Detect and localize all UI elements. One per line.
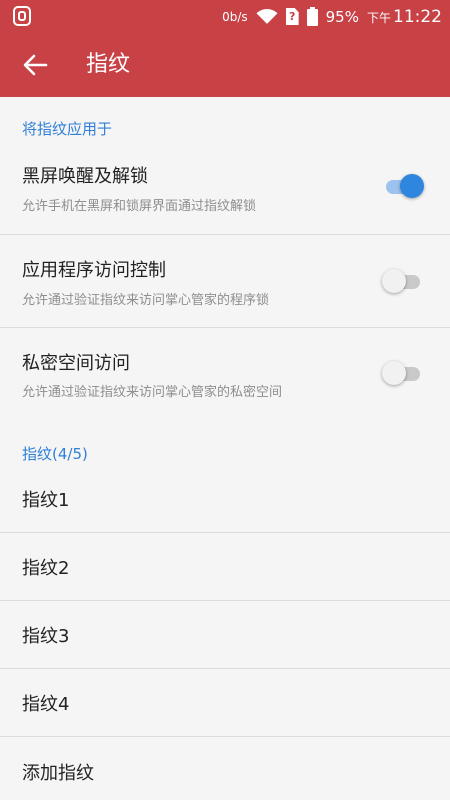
section-header-fingerprints: 指纹(4/5): [22, 445, 88, 463]
setting-row-screen-off-unlock[interactable]: 黑屏唤醒及解锁 允许手机在黑屏和锁屏界面通过指纹解锁: [0, 150, 450, 234]
clock-time: 11:22: [393, 6, 442, 27]
setting-subtitle: 允许通过验证指纹来访问掌心管家的私密空间: [22, 385, 283, 400]
app-bar: 指纹: [0, 33, 450, 97]
fingerprint-item[interactable]: 指纹4: [0, 669, 450, 736]
fingerprint-label: 指纹4: [22, 694, 70, 715]
toggle-switch-app-access-control[interactable]: [382, 269, 426, 295]
clock: 下午 11:22: [367, 7, 442, 27]
sim-card-icon: ?: [285, 8, 299, 25]
section-header-apply: 将指纹应用于: [22, 120, 113, 138]
clock-period: 下午: [366, 10, 391, 25]
add-fingerprint-label: 添加指纹: [22, 763, 94, 784]
setting-subtitle: 允许通过验证指纹来访问掌心管家的程序锁: [22, 293, 270, 308]
notification-app-icon: [13, 6, 31, 26]
toggle-switch-screen-off-unlock[interactable]: [382, 174, 426, 200]
fingerprint-label: 指纹2: [22, 558, 70, 579]
setting-title: 黑屏唤醒及解锁: [22, 166, 148, 187]
setting-title: 应用程序访问控制: [22, 260, 166, 281]
toggle-switch-private-space[interactable]: [382, 361, 426, 387]
network-speed: 0b/s: [222, 9, 248, 24]
status-bar-right: 0b/s ? 95% 下午 11:22: [222, 0, 442, 33]
fingerprint-label: 指纹3: [22, 626, 70, 647]
setting-subtitle: 允许手机在黑屏和锁屏界面通过指纹解锁: [22, 199, 257, 214]
back-button[interactable]: [20, 51, 50, 79]
fingerprint-item[interactable]: 指纹3: [0, 601, 450, 668]
setting-title: 私密空间访问: [22, 353, 130, 374]
battery-percent: 95%: [325, 7, 359, 26]
fingerprint-item[interactable]: 指纹1: [0, 466, 450, 532]
setting-row-private-space[interactable]: 私密空间访问 允许通过验证指纹来访问掌心管家的私密空间: [0, 328, 450, 420]
wifi-icon: [256, 9, 278, 24]
fingerprint-label: 指纹1: [22, 490, 70, 511]
add-fingerprint-button[interactable]: 添加指纹: [0, 737, 450, 800]
arrow-back-icon: [23, 54, 48, 76]
status-bar: 0b/s ? 95% 下午 11:22: [0, 0, 450, 33]
battery-icon: [306, 7, 318, 26]
page-title: 指纹: [86, 52, 131, 77]
setting-row-app-access-control[interactable]: 应用程序访问控制 允许通过验证指纹来访问掌心管家的程序锁: [0, 235, 450, 327]
fingerprint-item[interactable]: 指纹2: [0, 533, 450, 600]
